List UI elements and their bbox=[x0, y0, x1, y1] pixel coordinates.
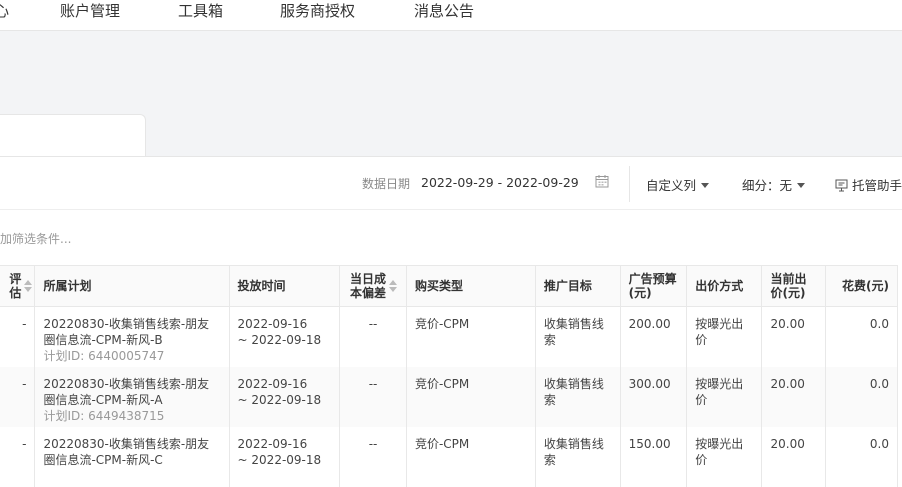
breakdown-label: 细分：无 bbox=[742, 178, 793, 193]
time-start: 2022-09-16 bbox=[237, 376, 308, 391]
cell-bid-method: 按曝光出价 bbox=[686, 306, 763, 367]
cell-plan: 20220830-收集销售线索-朋友圈信息流-CPM-新风-A 计划ID: 644… bbox=[34, 366, 230, 427]
cell-spend: 0.0 bbox=[825, 426, 899, 487]
cell-deviation: -- bbox=[339, 306, 407, 367]
col-budget: 广告预算(元) bbox=[620, 265, 688, 307]
custom-columns-label: 自定义列 bbox=[646, 178, 697, 193]
sort-icon[interactable] bbox=[389, 280, 398, 292]
cell-bid[interactable]: 20.00 bbox=[761, 366, 826, 427]
cell-buy-type: 竞价-CPM bbox=[406, 426, 536, 487]
table-row[interactable]: - 20220830-收集销售线索-朋友圈信息流-CPM-新风-A 计划ID: 6… bbox=[0, 366, 899, 427]
nav-item-partial[interactable]: 心 bbox=[0, 0, 9, 22]
cell-plan: 20220830-收集销售线索-朋友圈信息流-CPM-新风-C bbox=[34, 426, 230, 487]
date-label: 数据日期 bbox=[362, 177, 411, 191]
cell-bid-method: 按曝光出价 bbox=[686, 366, 763, 427]
cell-bid[interactable]: 20.00 bbox=[761, 426, 826, 487]
nav-item-tools[interactable]: 工具箱 bbox=[178, 0, 223, 22]
col-deviation[interactable]: 当日成本偏差 bbox=[339, 265, 407, 307]
assistant-label: 托管助手 bbox=[852, 178, 902, 193]
campaign-table: 评估 所属计划 投放时间 当日成本偏差 购买类型 推广目标 广告预算(元) 出价… bbox=[0, 265, 899, 487]
cell-bid[interactable]: 20.00 bbox=[761, 306, 826, 367]
sort-icon[interactable] bbox=[24, 280, 33, 292]
toolbar-divider bbox=[629, 166, 630, 202]
cell-eval: - bbox=[0, 306, 36, 367]
cell-deviation: -- bbox=[339, 366, 407, 427]
cell-goal: 收集销售线索 bbox=[535, 306, 621, 367]
col-goal: 推广目标 bbox=[535, 265, 621, 307]
toolbar: 数据日期 2022-09-29 - 2022-09-29 自定义列 细分：无 托… bbox=[0, 157, 902, 210]
assistant-icon bbox=[835, 179, 848, 192]
table-row[interactable]: - 20220830-收集销售线索-朋友圈信息流-CPM-新风-C 2022-0… bbox=[0, 426, 899, 487]
nav-item-provider-auth[interactable]: 服务商授权 bbox=[280, 0, 355, 22]
nav-item-account[interactable]: 账户管理 bbox=[60, 0, 120, 22]
date-range-picker[interactable]: 2022-09-29 - 2022-09-29 bbox=[421, 175, 579, 190]
breakdown-dropdown[interactable]: 细分：无 bbox=[742, 175, 806, 194]
col-buy-type: 购买类型 bbox=[406, 265, 536, 307]
plan-id: 计划ID: 6449438715 bbox=[43, 408, 165, 423]
cell-spend: 0.0 bbox=[825, 366, 899, 427]
cell-goal: 收集销售线索 bbox=[535, 426, 621, 487]
time-start: 2022-09-16 bbox=[237, 317, 308, 331]
time-end: ~ 2022-09-18 bbox=[237, 392, 322, 407]
nav-item-announcements[interactable]: 消息公告 bbox=[414, 0, 474, 22]
chevron-down-icon bbox=[797, 183, 806, 188]
plan-name[interactable]: 20220830-收集销售线索-朋友圈信息流-CPM-新风-A bbox=[43, 376, 220, 408]
top-nav: 心 账户管理 工具箱 服务商授权 消息公告 bbox=[0, 0, 902, 31]
col-spend: 花费(元) bbox=[825, 265, 899, 307]
cell-buy-type: 竞价-CPM bbox=[406, 366, 536, 427]
chevron-down-icon bbox=[701, 183, 710, 188]
cell-deviation: -- bbox=[339, 426, 407, 487]
cell-eval: - bbox=[0, 426, 36, 487]
filter-input[interactable]: 加筛选条件... bbox=[0, 230, 71, 247]
cell-plan: 20220830-收集销售线索-朋友圈信息流-CPM-新风-B 计划ID: 644… bbox=[34, 306, 230, 367]
time-end: ~ 2022-09-18 bbox=[237, 452, 322, 467]
time-end: ~ 2022-09-18 bbox=[237, 333, 322, 347]
cell-eval: - bbox=[0, 366, 36, 427]
cell-budget[interactable]: 150.00 bbox=[620, 426, 688, 487]
table-header-row: 评估 所属计划 投放时间 当日成本偏差 购买类型 推广目标 广告预算(元) 出价… bbox=[0, 265, 899, 307]
col-bid-method: 出价方式 bbox=[686, 265, 763, 307]
cell-bid-method: 按曝光出价 bbox=[686, 426, 763, 487]
custom-columns-dropdown[interactable]: 自定义列 bbox=[646, 175, 710, 194]
assistant-button[interactable]: 托管助手 bbox=[835, 175, 902, 194]
col-bid: 当前出价(元) bbox=[761, 265, 826, 307]
col-time: 投放时间 bbox=[229, 265, 341, 307]
cell-budget[interactable]: 200.00 bbox=[620, 306, 688, 367]
cell-buy-type: 竞价-CPM bbox=[406, 306, 536, 367]
active-tab[interactable] bbox=[0, 114, 146, 159]
time-start: 2022-09-16 bbox=[237, 436, 308, 451]
cell-time: 2022-09-16 ~ 2022-09-18 bbox=[229, 366, 341, 427]
cell-time: 2022-09-16 ~ 2022-09-18 bbox=[229, 426, 341, 487]
cell-time: 2022-09-16 ~ 2022-09-18 bbox=[229, 306, 341, 367]
plan-id: 计划ID: 6440005747 bbox=[43, 349, 165, 363]
cell-spend: 0.0 bbox=[825, 306, 899, 367]
plan-name[interactable]: 20220830-收集销售线索-朋友圈信息流-CPM-新风-B bbox=[43, 316, 220, 348]
col-plan: 所属计划 bbox=[34, 265, 230, 307]
table-row[interactable]: - 20220830-收集销售线索-朋友圈信息流-CPM-新风-B 计划ID: 6… bbox=[0, 306, 899, 367]
cell-goal: 收集销售线索 bbox=[535, 366, 621, 427]
plan-name[interactable]: 20220830-收集销售线索-朋友圈信息流-CPM-新风-C bbox=[43, 436, 220, 468]
col-deviation-label: 当日成本偏差 bbox=[350, 272, 387, 300]
calendar-icon[interactable] bbox=[595, 174, 609, 191]
col-eval-label: 评估 bbox=[9, 272, 22, 300]
cell-budget[interactable]: 300.00 bbox=[620, 366, 688, 427]
col-eval[interactable]: 评估 bbox=[0, 265, 36, 307]
